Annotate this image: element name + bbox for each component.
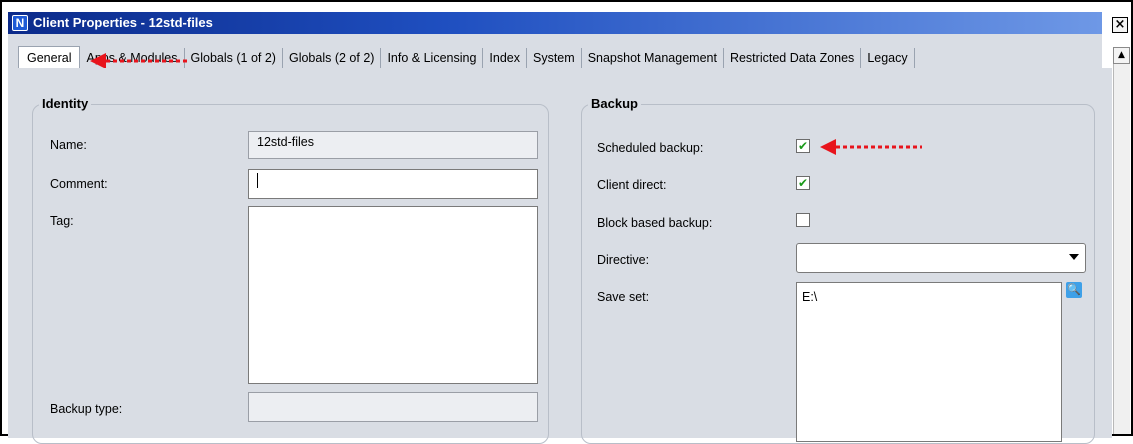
save-set-textarea[interactable]: E:\	[796, 282, 1062, 442]
name-label: Name:	[50, 138, 87, 152]
tab-label: Index	[489, 51, 520, 65]
directive-select[interactable]	[796, 243, 1086, 273]
tab-legacy[interactable]: Legacy	[861, 48, 915, 68]
tab-general[interactable]: General	[18, 46, 81, 68]
backup-type-field[interactable]	[248, 392, 538, 422]
vertical-scrollbar[interactable]	[1113, 47, 1130, 434]
scheduled-backup-label: Scheduled backup:	[597, 141, 704, 155]
tab-restricted-data-zones[interactable]: Restricted Data Zones	[724, 48, 862, 68]
window-title: Client Properties - 12std-files	[33, 15, 213, 30]
save-set-label: Save set:	[597, 290, 650, 304]
block-based-backup-checkbox[interactable]	[796, 213, 810, 227]
tab-label: Info & Licensing	[387, 51, 477, 65]
tab-label: System	[533, 51, 575, 65]
client-direct-label: Client direct:	[597, 178, 667, 192]
client-properties-window: N Client Properties - 12std-files × Gene…	[0, 0, 1133, 444]
chevron-down-icon	[1069, 254, 1079, 260]
tab-label: Restricted Data Zones	[729, 51, 855, 65]
scroll-up-icon[interactable]: ▲	[1113, 47, 1130, 64]
tab-system[interactable]: System	[527, 48, 582, 68]
title-bar[interactable]: N Client Properties - 12std-files	[8, 12, 1102, 34]
backup-group-label: Backup	[588, 96, 641, 111]
tab-label: Globals (2 of 2)	[288, 51, 375, 65]
name-field[interactable]: 12std-files	[248, 131, 538, 159]
tag-label: Tag:	[50, 214, 74, 228]
tab-globals-2[interactable]: Globals (2 of 2)	[283, 48, 382, 68]
magnifier-icon[interactable]: 🔍	[1066, 282, 1082, 298]
tab-label: General	[27, 50, 72, 65]
tab-index[interactable]: Index	[483, 48, 527, 68]
scheduled-backup-checkbox[interactable]: ✔	[796, 139, 810, 153]
tab-info-licensing[interactable]: Info & Licensing	[381, 48, 484, 68]
close-button[interactable]: ×	[1112, 17, 1128, 33]
annotation-arrow-scheduled-icon	[820, 139, 922, 155]
text-caret	[257, 173, 258, 189]
tab-snapshot-management[interactable]: Snapshot Management	[582, 48, 724, 68]
comment-input[interactable]	[248, 169, 538, 199]
tab-label: Snapshot Management	[587, 51, 717, 65]
identity-group-label: Identity	[39, 96, 92, 111]
tab-label: Legacy	[867, 51, 908, 65]
general-tab-panel: Identity Name: 12std-files Comment: Tag:…	[8, 68, 1112, 444]
block-based-backup-label: Block based backup:	[597, 216, 713, 230]
comment-label: Comment:	[50, 177, 108, 191]
client-direct-checkbox[interactable]: ✔	[796, 176, 810, 190]
directive-label: Directive:	[597, 253, 650, 267]
tab-globals-1[interactable]: Globals (1 of 2)	[185, 48, 283, 68]
backup-type-label: Backup type:	[50, 402, 123, 416]
tag-textarea[interactable]	[248, 206, 538, 384]
tab-label: Globals (1 of 2)	[190, 51, 276, 65]
app-logo-icon: N	[12, 15, 28, 31]
